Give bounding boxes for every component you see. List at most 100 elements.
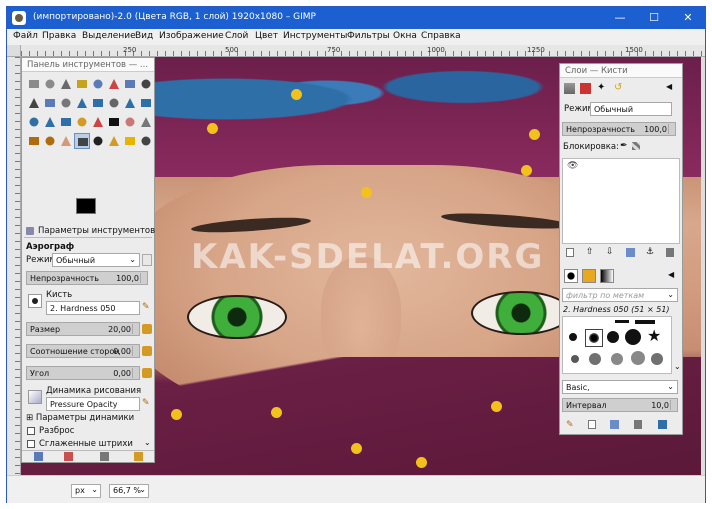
clone-icon[interactable] [106, 133, 122, 149]
new-brush-icon[interactable] [588, 420, 596, 429]
scissors-select-icon[interactable] [106, 76, 122, 92]
dynamics-options-expander[interactable]: ⊞ Параметры динамики [26, 413, 134, 423]
duplicate-brush-icon[interactable] [610, 420, 619, 429]
ellipse-select-icon[interactable] [42, 76, 58, 92]
size-reset-button[interactable] [142, 324, 152, 334]
undo-tab-icon[interactable]: ↺ [614, 82, 622, 93]
maximize-icon[interactable]: ☐ [637, 7, 671, 29]
brush-item[interactable] [651, 353, 663, 365]
visibility-eye-icon[interactable]: 👁 [567, 161, 578, 171]
move-icon[interactable] [74, 95, 90, 111]
dynamics-preview[interactable] [28, 390, 42, 404]
brushes-scroll-down-icon[interactable]: ⌄ [674, 362, 681, 371]
bucket-fill-icon[interactable] [122, 114, 138, 130]
aspect-reset-button[interactable] [142, 346, 152, 356]
shear-icon[interactable] [26, 114, 42, 130]
brush-item[interactable] [615, 320, 629, 323]
airbrush-icon[interactable] [74, 133, 90, 149]
text-icon[interactable] [106, 114, 122, 130]
smudge-icon[interactable] [122, 133, 138, 149]
angle-reset-button[interactable] [142, 368, 152, 378]
layers-list[interactable]: 👁 [562, 158, 680, 244]
menu-select[interactable]: Выделение [82, 31, 136, 41]
paths-tab-icon[interactable]: ✦ [597, 82, 605, 93]
dock-menu-icon[interactable]: ◀ [666, 82, 672, 91]
refresh-brushes-icon[interactable] [658, 420, 667, 429]
zoom-icon[interactable] [42, 95, 58, 111]
crop-icon[interactable] [106, 95, 122, 111]
brush-item[interactable] [631, 351, 645, 365]
brush-item[interactable] [569, 333, 577, 341]
paintbrush-icon[interactable] [42, 133, 58, 149]
warp-icon[interactable] [90, 114, 106, 130]
dynamics-field[interactable]: Pressure Opacity [46, 397, 140, 411]
brush-item[interactable] [571, 355, 579, 363]
scale-icon[interactable] [138, 95, 154, 111]
gradients-tab-icon[interactable] [600, 269, 614, 283]
new-layer-icon[interactable] [566, 248, 574, 257]
menu-windows[interactable]: Окна [393, 31, 417, 41]
anchor-layer-icon[interactable]: ⚓ [646, 247, 654, 257]
lock-pixels-icon[interactable]: ✒ [620, 141, 628, 151]
delete-brush-icon[interactable] [634, 420, 642, 429]
close-icon[interactable]: ✕ [671, 7, 705, 29]
brush-item[interactable] [589, 353, 601, 365]
minimize-icon[interactable]: — [603, 7, 637, 29]
aspect-field[interactable]: Соотношение сторон 0,00 [26, 344, 140, 358]
eraser-icon[interactable] [58, 133, 74, 149]
smooth-checkbox[interactable] [27, 440, 35, 448]
brush-item[interactable] [607, 331, 619, 343]
brushes-menu-icon[interactable]: ◀ [668, 270, 674, 279]
brush-item[interactable] [611, 353, 623, 365]
horizontal-ruler[interactable]: 250 500 750 1000 1250 1500 [21, 45, 705, 57]
brush-item[interactable] [635, 320, 655, 324]
ink-icon[interactable] [90, 133, 106, 149]
toolbox-titlebar[interactable]: Панель инструментов — ... [22, 58, 154, 72]
interval-field[interactable]: Интервал 10,0 [562, 398, 678, 412]
menu-tools[interactable]: Инструменты [283, 31, 347, 41]
brush-preview[interactable] [28, 294, 42, 308]
foreground-select-icon[interactable] [122, 76, 138, 92]
reset-options-icon[interactable] [134, 452, 143, 461]
star-brush-icon[interactable]: ★ [647, 326, 661, 345]
duplicate-layer-icon[interactable] [626, 248, 635, 257]
color-picker-icon[interactable] [26, 95, 42, 111]
paths-icon[interactable] [138, 76, 154, 92]
preset-select[interactable]: Basic, ⌄ [562, 380, 678, 394]
color-select-icon[interactable] [90, 76, 106, 92]
flip-icon[interactable] [58, 114, 74, 130]
delete-options-icon[interactable] [100, 452, 109, 461]
rotate-icon[interactable] [122, 95, 138, 111]
layers-tab-icon[interactable] [564, 83, 575, 94]
gradient-icon[interactable] [138, 114, 154, 130]
lower-layer-icon[interactable]: ⇩ [606, 247, 614, 257]
pencil-icon[interactable] [26, 133, 42, 149]
edit-dynamics-icon[interactable]: ✎ [142, 398, 150, 408]
menu-help[interactable]: Справка [421, 31, 461, 41]
vertical-scrollbar[interactable] [701, 57, 705, 475]
menu-filters[interactable]: Фильтры [347, 31, 390, 41]
unit-select[interactable]: px ⌄ [71, 484, 101, 498]
scroll-down-icon[interactable]: ⌄ [144, 438, 151, 447]
tag-filter-input[interactable]: фильтр по меткам ⌄ [562, 288, 678, 302]
measure-icon[interactable] [58, 95, 74, 111]
edit-brush-icon[interactable]: ✎ [142, 302, 150, 312]
restore-options-icon[interactable] [64, 452, 73, 461]
brushes-grid[interactable]: ★ [562, 316, 672, 374]
save-options-icon[interactable] [34, 452, 43, 461]
brush-item[interactable] [625, 329, 641, 345]
layers-titlebar[interactable]: Слои — Кисти [560, 64, 682, 78]
angle-field[interactable]: Угол 0,00 [26, 366, 140, 380]
selected-brush[interactable] [585, 329, 603, 347]
layers-mode-select[interactable]: Обычный [590, 102, 672, 116]
scatter-checkbox[interactable] [27, 427, 35, 435]
raise-layer-icon[interactable]: ⇧ [586, 247, 594, 257]
interval-spinner[interactable] [670, 400, 676, 410]
title-bar[interactable]: (импортировано)-2.0 (Цвета RGB, 1 слой) … [7, 7, 705, 29]
menu-layer[interactable]: Слой [225, 31, 248, 41]
tool-options-tab[interactable]: Параметры инструментов [24, 226, 155, 238]
patterns-tab-icon[interactable] [582, 269, 596, 283]
layers-opacity-field[interactable]: Непрозрачность 100,0 [562, 122, 676, 136]
layers-opacity-spinner[interactable] [668, 124, 674, 134]
ruler-corner[interactable] [7, 45, 21, 57]
